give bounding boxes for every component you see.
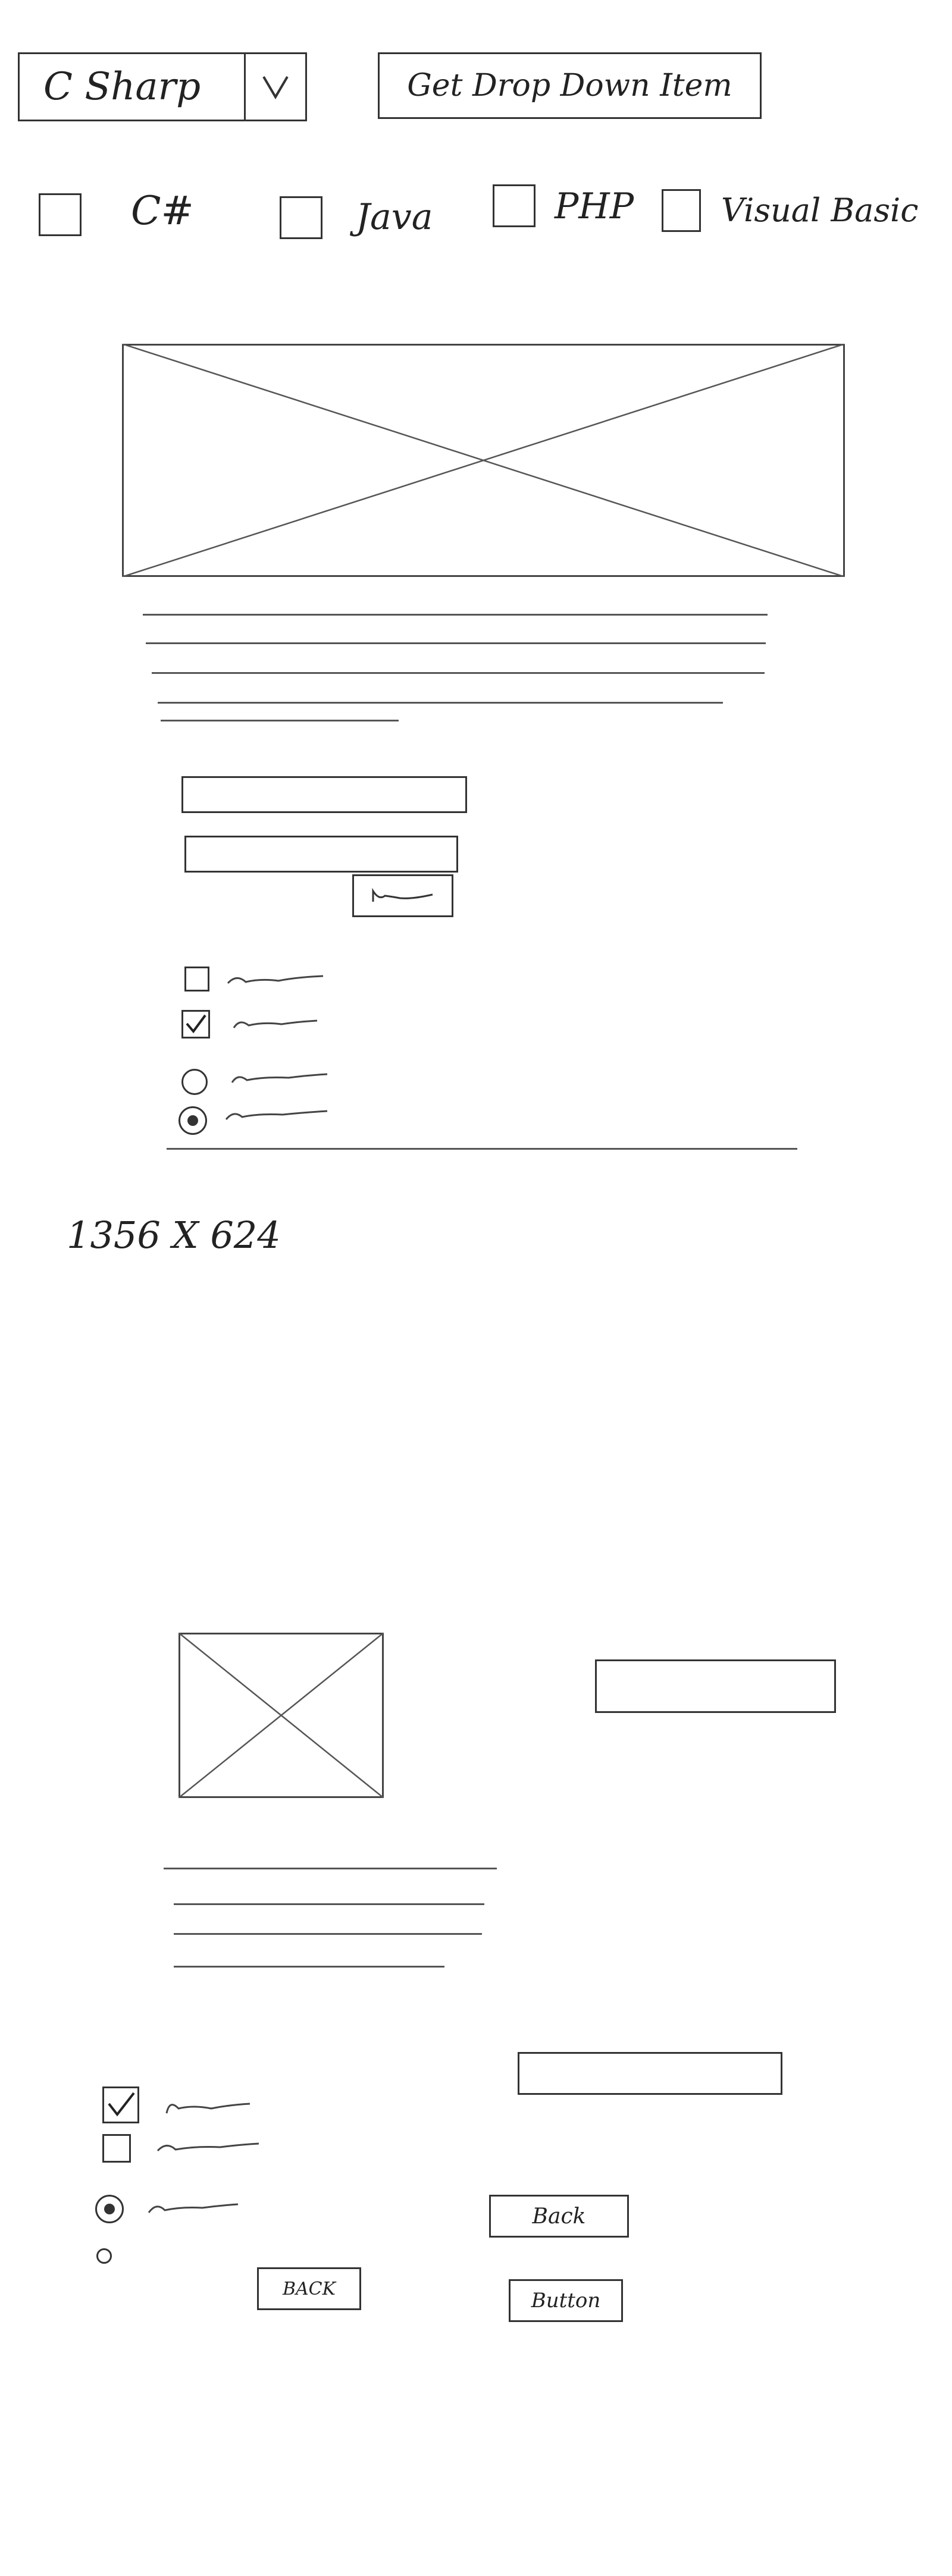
sketch2-checkbox-unchecked[interactable] (102, 2134, 131, 2163)
option-checkbox-unchecked[interactable] (184, 967, 209, 992)
checkbox-php[interactable] (493, 184, 536, 227)
generic-button[interactable]: Button (509, 2279, 623, 2322)
sketch2-radio-selected[interactable] (95, 2195, 124, 2223)
get-drop-down-item-label: Get Drop Down Item (407, 68, 732, 103)
generic-button-label: Button (531, 2289, 601, 2313)
text-placeholder-line (164, 1868, 497, 1869)
back-button-left[interactable]: BACK (257, 2267, 361, 2310)
language-dropdown[interactable]: C Sharp (18, 52, 307, 121)
submit-button-label (367, 884, 439, 908)
text-placeholder-line (161, 720, 399, 721)
checkmark-icon (108, 2092, 135, 2117)
option-radio-label (223, 1102, 330, 1125)
sketch2-long-input[interactable] (518, 2052, 782, 2095)
option-checkbox-label (225, 967, 326, 990)
text-placeholder-line (146, 642, 766, 644)
sketch2-checkbox-label (155, 2134, 262, 2158)
banner-image-placeholder (122, 344, 845, 577)
get-drop-down-item-button[interactable]: Get Drop Down Item (378, 52, 762, 119)
checkbox-java[interactable] (280, 196, 322, 239)
password-input[interactable] (184, 836, 458, 873)
checkbox-csharp-label: C# (131, 188, 194, 234)
sketch2-checkbox-checked[interactable] (102, 2086, 139, 2123)
checkbox-java-label: Java (356, 196, 433, 238)
sketch2-radio-unselected[interactable] (96, 2248, 112, 2264)
text-placeholder-line (174, 1933, 482, 1935)
checkbox-visual-basic-label: Visual Basic (721, 192, 919, 229)
back-button-right-label: Back (532, 2204, 586, 2229)
username-input[interactable] (181, 776, 467, 813)
sketch2-input[interactable] (595, 1659, 836, 1713)
back-button-left-label: BACK (282, 2278, 336, 2299)
section-divider (167, 1148, 797, 1150)
checkbox-csharp[interactable] (39, 193, 82, 236)
checkmark-icon (186, 1014, 206, 1034)
sketch2-radio-label (146, 2195, 241, 2219)
text-placeholder-line (174, 1903, 484, 1905)
text-placeholder-line (143, 614, 768, 616)
option-checkbox-checked[interactable] (181, 1010, 210, 1038)
checkbox-visual-basic[interactable] (662, 189, 701, 232)
resolution-note: 1356 X 624 (67, 1213, 281, 1257)
sketch2-checkbox-label (164, 2091, 253, 2120)
text-placeholder-line (152, 672, 765, 674)
option-radio-selected[interactable] (178, 1106, 207, 1135)
text-placeholder-line (158, 702, 723, 704)
option-radio-label (229, 1065, 330, 1088)
chevron-down-icon[interactable] (244, 54, 305, 120)
text-placeholder-line (174, 1966, 444, 1968)
dropdown-selected-value: C Sharp (43, 65, 201, 109)
radio-dot (187, 1115, 198, 1126)
option-radio-unselected[interactable] (181, 1069, 208, 1095)
back-button-right[interactable]: Back (489, 2195, 629, 2238)
checkbox-php-label: PHP (555, 186, 634, 227)
option-checkbox-label (231, 1010, 320, 1034)
submit-button[interactable] (352, 874, 453, 917)
thumbnail-image-placeholder (178, 1633, 384, 1798)
radio-dot (104, 2204, 115, 2214)
